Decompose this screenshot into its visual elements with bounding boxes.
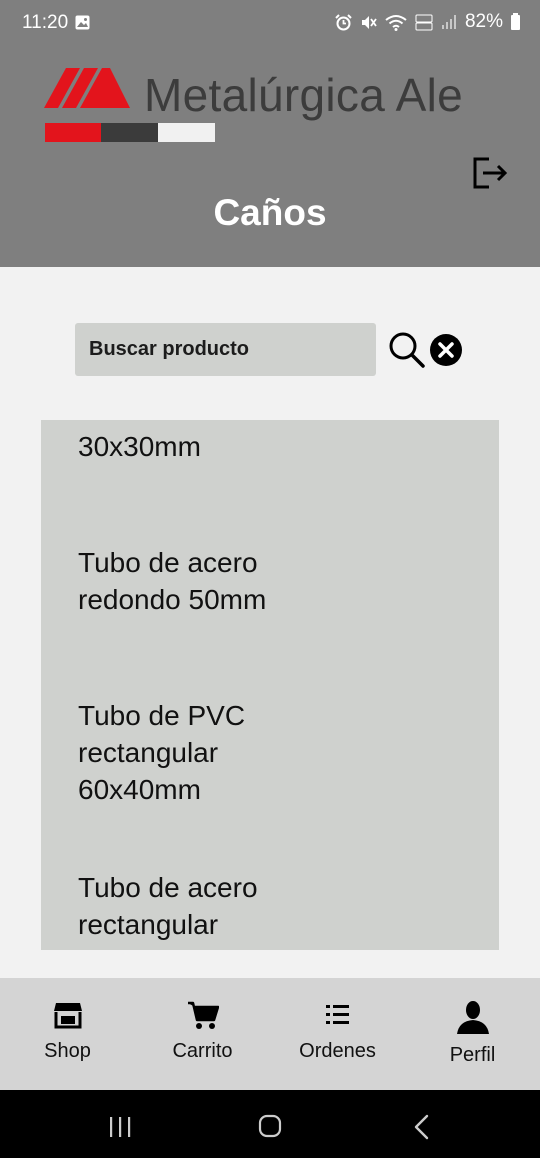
gallery-notification-icon (75, 15, 90, 30)
list-icon (325, 1005, 349, 1024)
person-icon (456, 1001, 489, 1034)
search-input[interactable] (75, 323, 376, 376)
back-icon[interactable] (412, 1114, 432, 1140)
nav-label: Ordenes (299, 1040, 376, 1062)
system-nav-bar (0, 1090, 540, 1158)
product-list[interactable]: 30x30mm Tubo de acero redondo 50mm Tubo … (41, 420, 499, 950)
store-icon (53, 1003, 82, 1029)
nav-orders[interactable]: Ordenes (270, 978, 405, 1090)
nav-label: Carrito (172, 1040, 233, 1062)
product-name: Tubo de PVC rectangular 60x40mm (78, 700, 246, 805)
status-bar: 11:20 82% (0, 0, 540, 46)
list-item[interactable]: 30x30mm (41, 420, 499, 465)
page-title: Caños (213, 192, 327, 233)
product-name: Tubo de acero rectangular 40x20mm (78, 872, 258, 950)
status-time: 11:20 (22, 12, 69, 33)
nav-label: Shop (44, 1040, 91, 1062)
nav-profile[interactable]: Perfil (405, 978, 540, 1090)
clear-search-icon[interactable] (429, 333, 463, 367)
status-icons: 82% (335, 11, 520, 33)
mute-icon (361, 15, 377, 29)
nav-cart[interactable]: Carrito (135, 978, 270, 1090)
cart-icon (187, 1001, 219, 1029)
bottom-nav: Shop Carrito Ordenes Perfil (0, 978, 540, 1090)
brand-logo-icon (44, 68, 130, 108)
wifi-icon (385, 14, 407, 31)
nav-shop[interactable]: Shop (0, 978, 135, 1090)
volte-icon (415, 14, 433, 30)
list-item[interactable]: Tubo de acero redondo 50mm (41, 465, 499, 618)
brand-name: Metalúrgica Ale (144, 69, 463, 121)
list-item[interactable]: Tubo de PVC rectangular 60x40mm (41, 618, 499, 808)
product-name: Tubo de acero redondo 50mm (78, 547, 267, 615)
signal-icon (441, 15, 456, 29)
home-icon[interactable] (258, 1114, 282, 1138)
logout-icon[interactable] (471, 156, 509, 190)
battery-icon (511, 12, 520, 30)
brand-stripes (45, 123, 215, 142)
battery-percent: 82% (464, 11, 503, 32)
nav-label: Perfil (449, 1044, 496, 1066)
recent-apps-icon[interactable] (108, 1116, 132, 1138)
list-item[interactable]: Tubo de acero rectangular 40x20mm (41, 808, 499, 950)
product-name: 30x30mm (78, 431, 201, 462)
alarm-icon (335, 13, 352, 30)
app-header: Metalúrgica Ale Caños (0, 46, 540, 267)
search-icon[interactable] (388, 331, 426, 369)
